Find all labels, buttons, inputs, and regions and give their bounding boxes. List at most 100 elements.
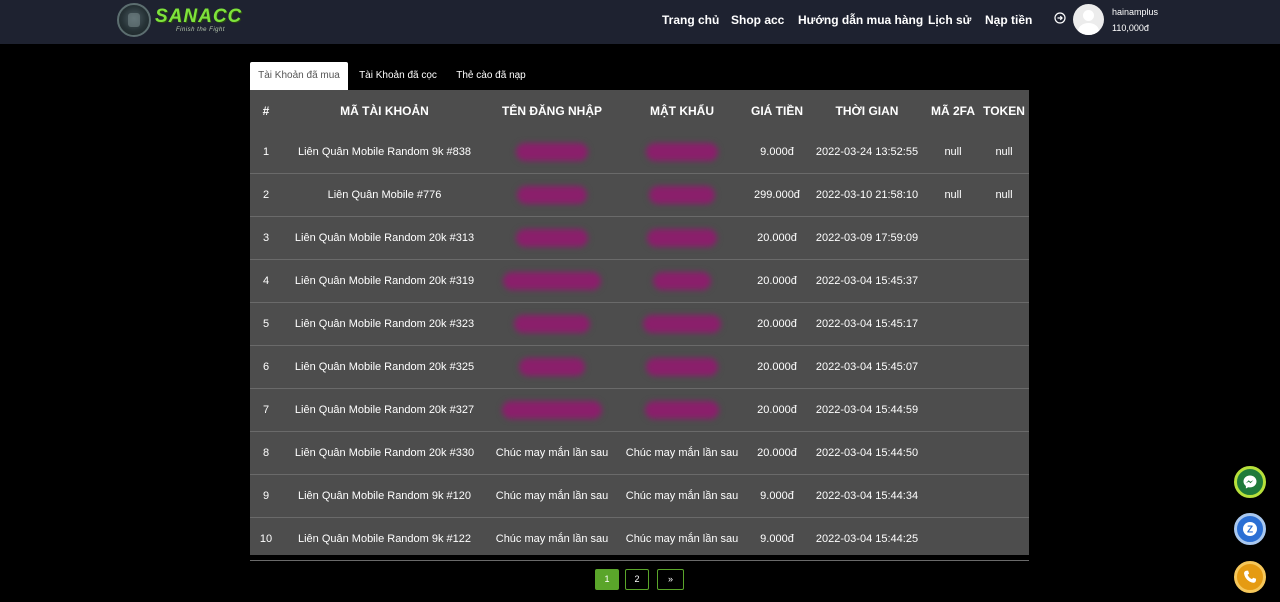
tab-deposit-accounts[interactable]: Tài Khoản đã cọc [348,62,448,90]
phone-button[interactable] [1234,561,1266,593]
cell-num: 5 [250,302,282,346]
cell-2fa [927,345,979,389]
purchase-table-container: # MÃ TÀI KHOẢN TÊN ĐĂNG NHẬP MẬT KHẨU GI… [250,90,1029,561]
table-row: 8 Liên Quân Mobile Random 20k #330 Chúc ma… [250,431,1029,475]
cell-num: 10 [250,517,282,561]
cell-num: 1 [250,131,282,174]
cell-password: Chúc may mắn lần sau [617,474,747,518]
redacted-password [647,229,717,247]
cell-account-code: Liên Quân Mobile Random 20k #323 [282,302,487,346]
cell-username: Chúc may mắn lần sau [487,517,617,561]
redacted-username [502,401,602,419]
nav-deposit[interactable]: Nạp tiền [985,13,1032,27]
cell-password [617,345,747,389]
redacted-username [519,358,585,376]
cell-2fa: null [927,131,979,174]
col-header-num: # [262,103,270,118]
cell-price: 9.000đ [747,131,807,174]
cell-price: 20.000đ [747,431,807,475]
cell-token [979,216,1029,260]
cell-price: 20.000đ [747,388,807,432]
next-page-button[interactable]: » [657,569,684,590]
cell-password: Chúc may mắn lần sau [617,431,747,475]
cell-token [979,388,1029,432]
cell-time: 2022-03-04 15:45:17 [807,302,927,346]
table-row: 1 Liên Quân Mobile Random 9k #838 9.000đ 20… [250,131,1029,174]
cell-token [979,302,1029,346]
cell-password [617,173,747,217]
cell-token: null [979,173,1029,217]
cell-account-code: Liên Quân Mobile Random 20k #313 [282,216,487,260]
redacted-username [516,143,588,161]
cell-price: 9.000đ [747,474,807,518]
zalo-button[interactable]: Z [1234,513,1266,545]
page-1-button[interactable]: 1 [595,569,619,590]
table-row: 4 Liên Quân Mobile Random 20k #319 20.000đ… [250,259,1029,303]
cell-password [617,131,747,174]
cell-username [487,173,617,217]
cell-time: 2022-03-04 15:44:59 [807,388,927,432]
nav-home[interactable]: Trang chủ [662,13,719,27]
cell-account-code: Liên Quân Mobile Random 9k #120 [282,474,487,518]
cell-2fa [927,474,979,518]
avatar-head [1083,10,1094,21]
phone-icon [1244,570,1257,583]
avatar[interactable] [1073,4,1104,35]
messenger-button[interactable] [1234,466,1266,498]
cell-password [617,259,747,303]
cell-num: 3 [250,216,282,260]
messenger-icon [1243,475,1257,489]
col-header-time: THỜI GIAN [835,103,899,118]
col-header-password: MẬT KHẨU [650,103,714,118]
cell-price: 20.000đ [747,259,807,303]
zalo-icon: Z [1243,522,1257,536]
table-row: 6 Liên Quân Mobile Random 20k #325 20.000đ… [250,345,1029,389]
col-header-token: TOKEN [983,103,1025,118]
cell-account-code: Liên Quân Mobile Random 20k #327 [282,388,487,432]
cell-price: 299.000đ [747,173,807,217]
tab-card-topups[interactable]: Thẻ cào đã nạp [448,62,534,90]
logout-icon[interactable] [1054,12,1066,24]
cell-num: 4 [250,259,282,303]
cell-2fa [927,431,979,475]
tab-purchased-accounts[interactable]: Tài Khoản đã mua [250,62,348,90]
cell-password [617,302,747,346]
cell-time: 2022-03-09 17:59:09 [807,216,927,260]
cell-time: 2022-03-04 15:44:50 [807,431,927,475]
cell-token: null [979,131,1029,174]
nav-shop-acc[interactable]: Shop acc [731,13,784,27]
cell-username [487,345,617,389]
cell-price: 9.000đ [747,517,807,561]
cell-username [487,216,617,260]
cell-username [487,259,617,303]
purchase-table: # MÃ TÀI KHOẢN TÊN ĐĂNG NHẬP MẬT KHẨU GI… [250,90,1029,561]
nav-history[interactable]: Lịch sử [928,13,971,27]
redacted-password [649,186,715,204]
cell-username [487,302,617,346]
cell-token [979,517,1029,561]
zalo-letter: Z [1247,525,1253,536]
cell-account-code: Liên Quân Mobile Random 9k #838 [282,131,487,174]
cell-time: 2022-03-10 21:58:10 [807,173,927,217]
cell-account-code: Liên Quân Mobile Random 9k #122 [282,517,487,561]
username[interactable]: hainamplus [1112,7,1158,17]
cell-num: 7 [250,388,282,432]
cell-2fa [927,216,979,260]
col-header-2fa: MÃ 2FA [930,103,975,118]
cell-username [487,131,617,174]
redacted-password [653,272,711,290]
table-row: 10 Liên Quân Mobile Random 9k #122 Chúc ma… [250,517,1029,561]
table-body: 1 Liên Quân Mobile Random 9k #838 9.000đ 20… [250,131,1029,561]
cell-2fa [927,259,979,303]
table-row: 2 Liên Quân Mobile #776 299.000đ 2022-03-10… [250,173,1029,217]
redacted-username [503,272,601,290]
page-2-button[interactable]: 2 [625,569,649,590]
cell-num: 8 [250,431,282,475]
nav-guide[interactable]: Hướng dẫn mua hàng [798,13,923,27]
table-row: 7 Liên Quân Mobile Random 20k #327 20.000đ… [250,388,1029,432]
cell-price: 20.000đ [747,216,807,260]
cell-token [979,474,1029,518]
cell-username [487,388,617,432]
avatar-body [1078,23,1099,35]
cell-password: Chúc may mắn lần sau [617,517,747,561]
